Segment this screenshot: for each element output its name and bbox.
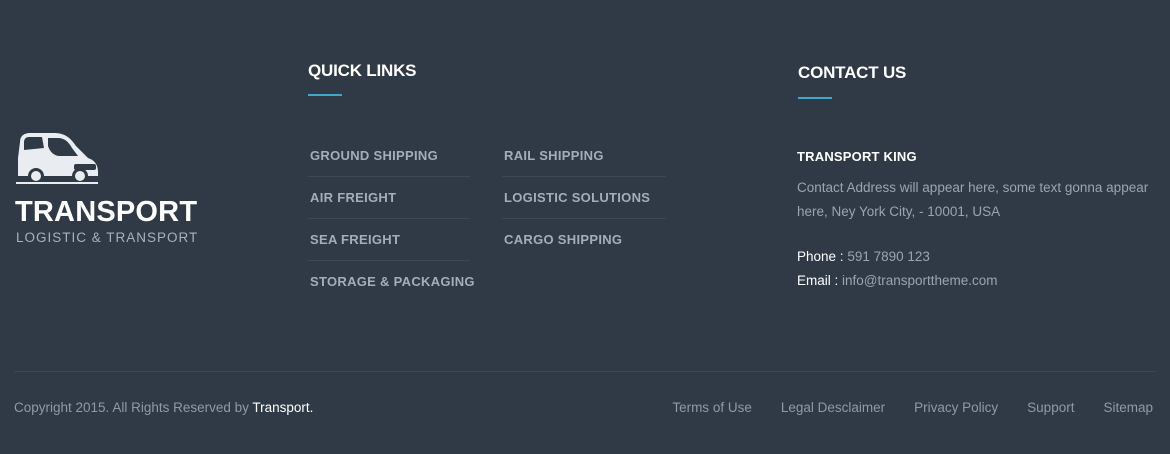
link-cargo-shipping[interactable]: CARGO SHIPPING	[502, 219, 666, 260]
footer-nav: Terms of Use Legal Desclaimer Privacy Po…	[672, 400, 1153, 415]
phone-row: Phone : 591 7890 123	[797, 249, 930, 264]
brand-name: TRANSPORT	[15, 196, 198, 228]
link-ground-shipping[interactable]: GROUND SHIPPING	[308, 135, 470, 177]
link-air-freight[interactable]: AIR FREIGHT	[308, 177, 470, 219]
copyright-prefix: Copyright 2015. All Rights Reserved by	[14, 400, 249, 415]
link-rail-shipping[interactable]: RAIL SHIPPING	[502, 135, 666, 177]
quick-links-heading: QUICK LINKS	[308, 61, 417, 80]
footer-link-terms[interactable]: Terms of Use	[672, 400, 752, 415]
quick-links-column-1: GROUND SHIPPING AIR FREIGHT SEA FREIGHT …	[308, 135, 475, 302]
link-logistic-solutions[interactable]: LOGISTIC SOLUTIONS	[502, 177, 666, 219]
phone-value[interactable]: 591 7890 123	[847, 249, 930, 264]
footer-link-legal[interactable]: Legal Desclaimer	[781, 400, 885, 415]
email-row: Email : info@transporttheme.com	[797, 273, 998, 288]
copyright-owner-link[interactable]: Transport.	[252, 400, 313, 415]
company-name: TRANSPORT KING	[797, 149, 917, 164]
email-label: Email :	[797, 273, 839, 288]
link-storage-packaging[interactable]: STORAGE & PACKAGING	[308, 261, 475, 302]
quick-links-column-2: RAIL SHIPPING LOGISTIC SOLUTIONS CARGO S…	[502, 135, 666, 260]
contact-us-underline	[798, 97, 832, 99]
copyright-text: Copyright 2015. All Rights Reserved by T…	[14, 400, 313, 415]
email-value[interactable]: info@transporttheme.com	[842, 273, 998, 288]
footer-link-support[interactable]: Support	[1027, 400, 1074, 415]
brand-tagline: LOGISTIC & TRANSPORT	[16, 230, 199, 245]
footer-divider	[14, 371, 1156, 372]
delivery-van-icon	[14, 128, 100, 186]
phone-label: Phone :	[797, 249, 844, 264]
contact-us-heading: CONTACT US	[798, 63, 907, 82]
footer-link-sitemap[interactable]: Sitemap	[1103, 400, 1153, 415]
footer-link-privacy[interactable]: Privacy Policy	[914, 400, 998, 415]
link-sea-freight[interactable]: SEA FREIGHT	[308, 219, 470, 261]
contact-address: Contact Address will appear here, some t…	[797, 180, 1149, 219]
quick-links-underline	[308, 94, 342, 96]
